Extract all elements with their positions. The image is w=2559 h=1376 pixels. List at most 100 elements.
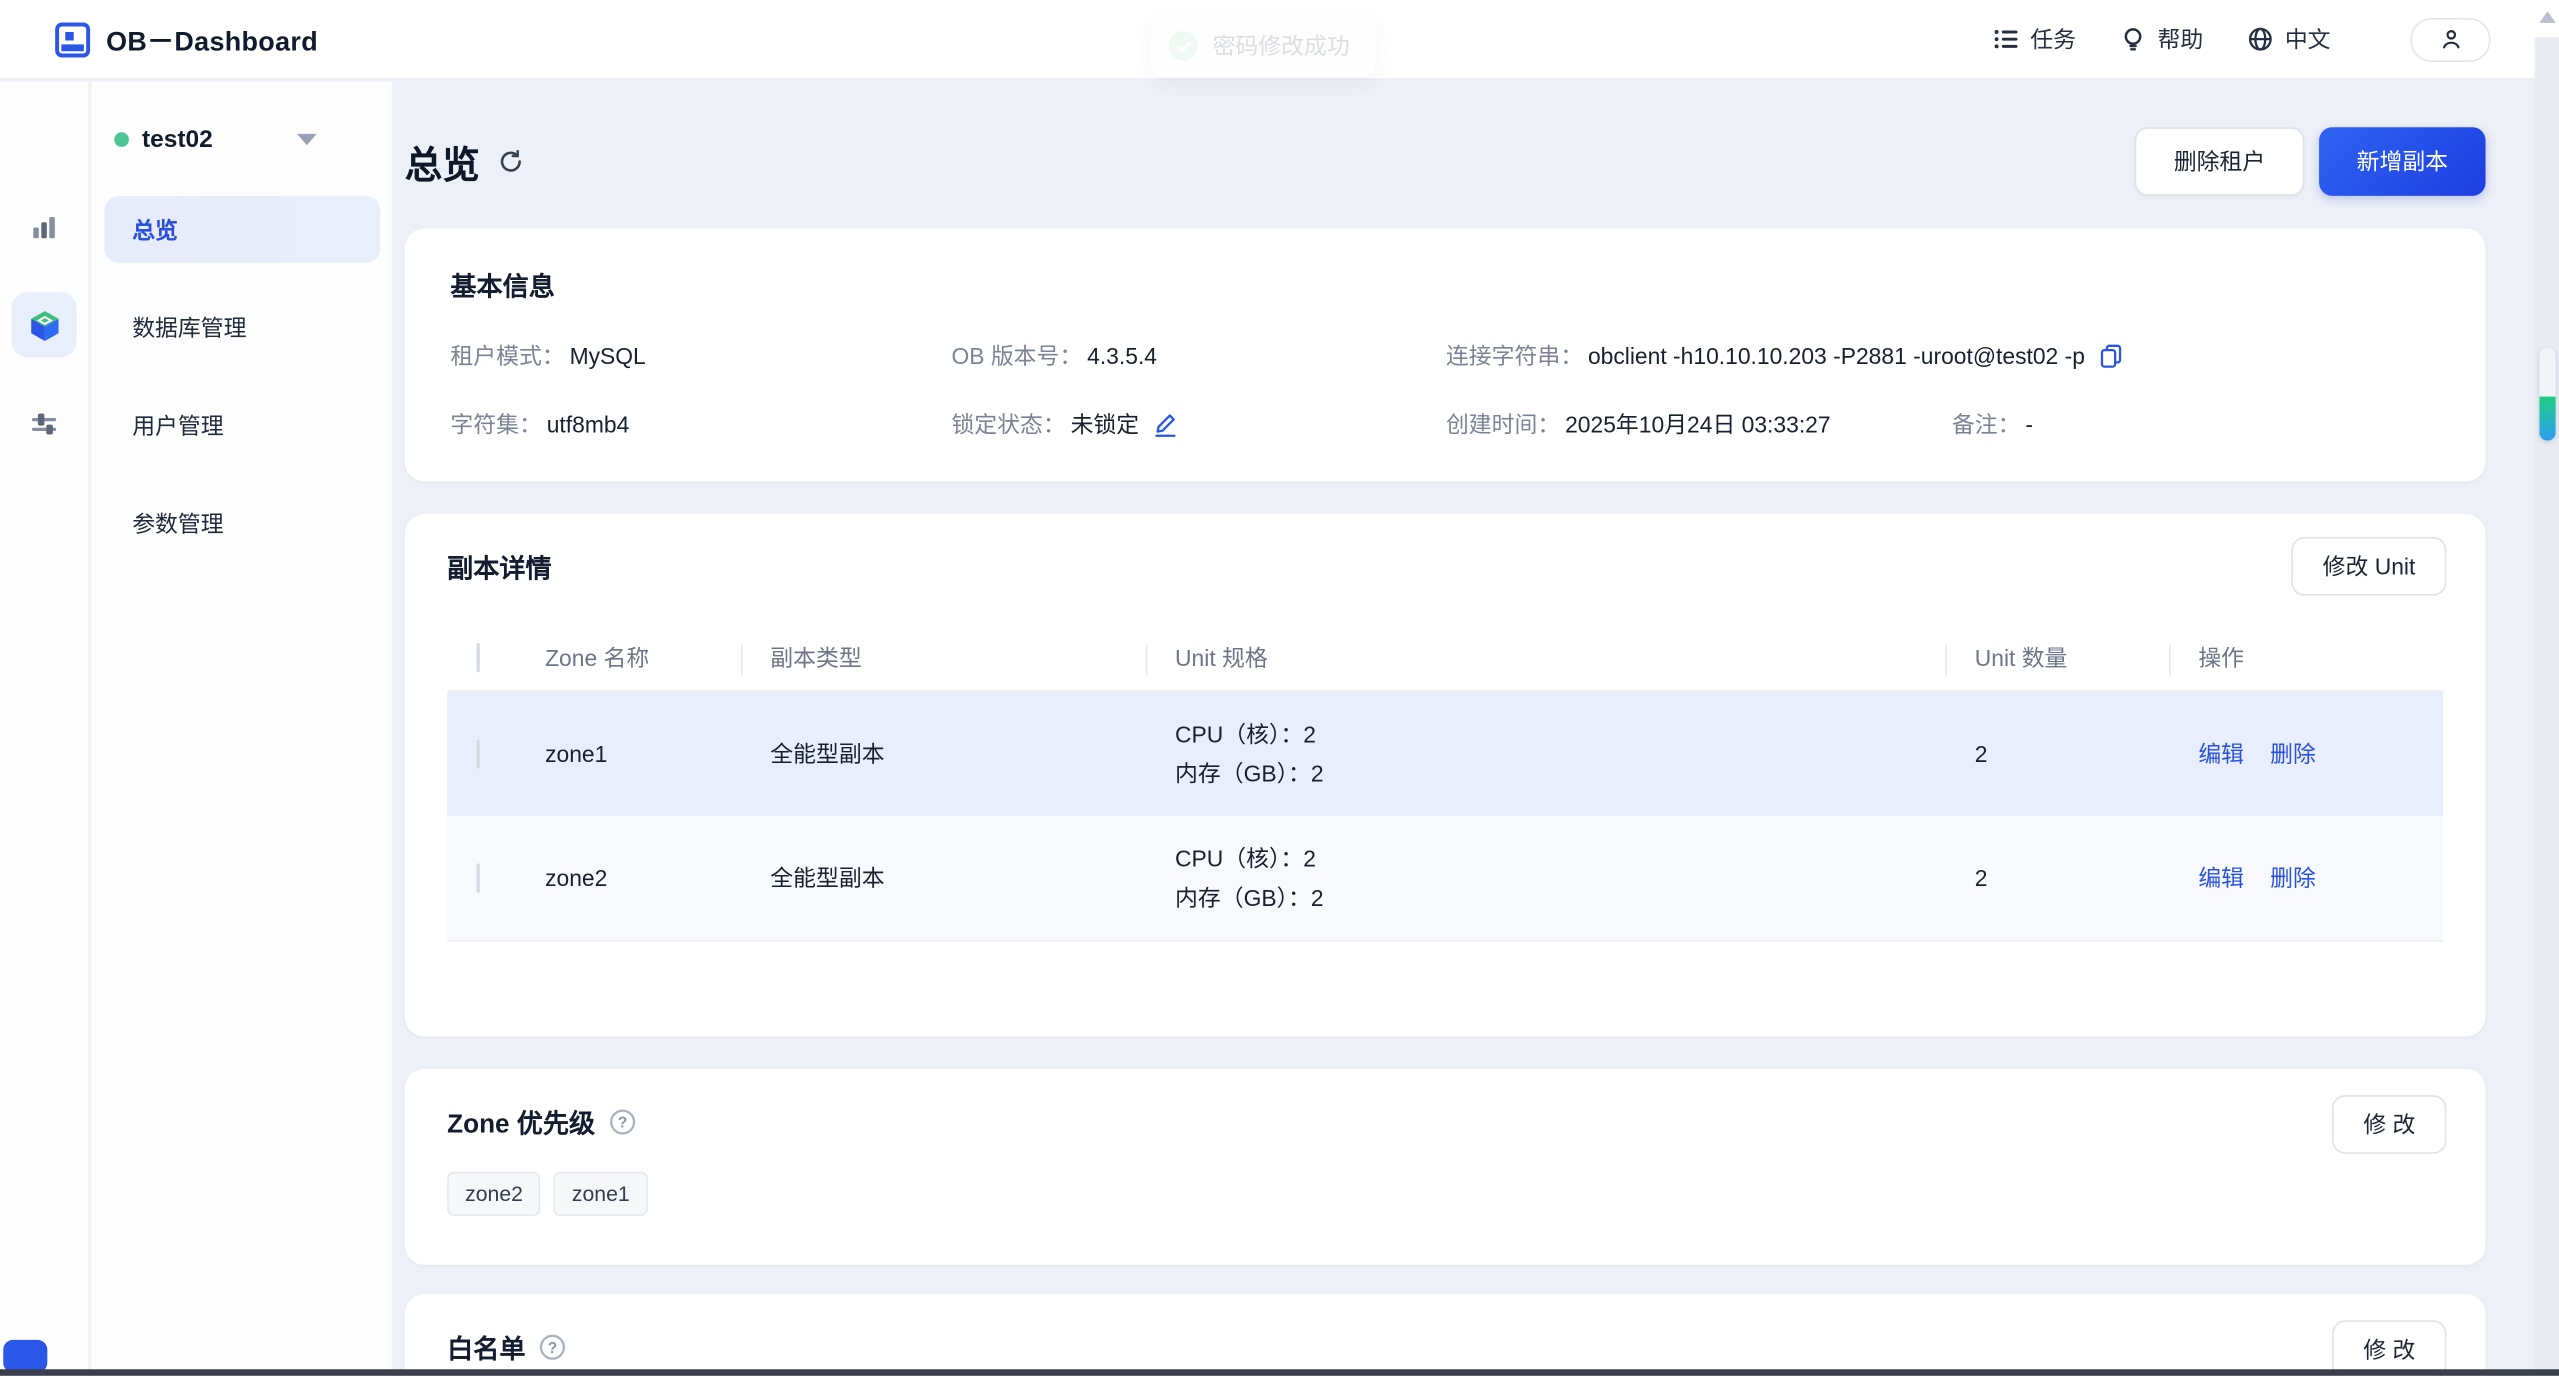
question-circle-icon[interactable]: ? xyxy=(539,1333,567,1361)
svg-text:?: ? xyxy=(548,1339,557,1356)
page-actions: 删除租户 新增副本 xyxy=(2135,127,2486,196)
scrollbar-track[interactable] xyxy=(2535,38,2559,1376)
tenant-name: test02 xyxy=(142,126,213,154)
zone-priority-title: Zone 优先级 xyxy=(447,1102,595,1141)
copy-icon[interactable] xyxy=(2098,343,2122,369)
floating-assistant-badge[interactable] xyxy=(3,1340,47,1373)
whitelist-title: 白名单 xyxy=(447,1327,525,1366)
basic-info-card: 基本信息 租户模式： MySQL OB 版本号： 4.3.5.4 连接字符串： … xyxy=(405,228,2486,481)
replica-table: Zone 名称 副本类型 Unit 规格 Unit 数量 操作 zone1 全能… xyxy=(447,625,2443,942)
sidebar-item-label: 参数管理 xyxy=(132,507,223,540)
sidebar-item-overview[interactable]: 总览 xyxy=(104,196,380,263)
add-replica-button[interactable]: 新增副本 xyxy=(2319,127,2485,196)
modify-unit-button[interactable]: 修改 Unit xyxy=(2292,537,2447,596)
svg-text:?: ? xyxy=(617,1114,626,1131)
chevron-down-icon xyxy=(298,134,318,145)
user-avatar-button[interactable] xyxy=(2410,17,2490,61)
sidebar-item-database-management[interactable]: 数据库管理 xyxy=(104,294,380,361)
row-checkbox[interactable] xyxy=(477,739,480,768)
delete-link[interactable]: 删除 xyxy=(2270,738,2316,771)
app-stage: OB－Dashboard 任务 xyxy=(0,0,2559,1376)
cell-actions: 编辑 删除 xyxy=(2198,862,2443,895)
zone-priority-card: Zone 优先级 ? 修 改 zone2 zone1 xyxy=(405,1069,2486,1265)
page-header: 总览 删除租户 新增副本 xyxy=(405,127,2486,196)
edit-link[interactable]: 编辑 xyxy=(2198,738,2244,771)
sidebar-item-parameter-management[interactable]: 参数管理 xyxy=(104,490,380,557)
field-charset: 字符集： utf8mb4 xyxy=(450,408,951,441)
modify-whitelist-button[interactable]: 修 改 xyxy=(2332,1320,2446,1375)
field-remark: 备注： - xyxy=(1952,408,2033,441)
zone-tag: zone2 xyxy=(447,1172,541,1216)
sidebar-menu: 总览 数据库管理 用户管理 参数管理 xyxy=(91,196,391,557)
col-zone-name: Zone 名称 xyxy=(545,641,770,674)
scroll-up-arrow-icon[interactable] xyxy=(2539,11,2555,22)
toast-message: 密码修改成功 xyxy=(1151,15,1376,77)
nav-help-label: 帮助 xyxy=(2158,23,2204,56)
main-content: 总览 删除租户 新增副本 基本信息 租户模式： MySQL xyxy=(392,80,2535,1376)
field-lock-status: 锁定状态： 未锁定 xyxy=(951,408,1445,441)
cell-actions: 编辑 删除 xyxy=(2198,738,2443,771)
col-replica-type: 副本类型 xyxy=(770,641,1175,674)
field-tenant-mode: 租户模式： MySQL xyxy=(450,339,951,372)
nav-language[interactable]: 中文 xyxy=(2247,23,2330,56)
tenant-status-dot xyxy=(114,132,129,147)
lightbulb-icon xyxy=(2120,26,2146,52)
col-actions: 操作 xyxy=(2198,641,2443,674)
cell-unit-spec: CPU（核）：2 内存（GB）：2 xyxy=(1175,839,1975,917)
globe-icon xyxy=(2247,26,2273,52)
modify-zone-priority-button[interactable]: 修 改 xyxy=(2332,1095,2446,1154)
brand: OB－Dashboard xyxy=(54,20,318,59)
replica-details-card: 副本详情 修改 Unit Zone 名称 副本类型 Unit 规格 Unit 数… xyxy=(405,514,2486,1036)
col-unit-count: Unit 数量 xyxy=(1975,641,2199,674)
cell-unit-count: 2 xyxy=(1975,741,2199,767)
refresh-icon[interactable] xyxy=(498,149,524,175)
user-icon xyxy=(2437,26,2463,52)
field-ob-version: OB 版本号： 4.3.5.4 xyxy=(951,339,1445,372)
ob-logo-icon xyxy=(54,20,92,58)
col-unit-spec: Unit 规格 xyxy=(1175,641,1975,674)
nav-tasks[interactable]: 任务 xyxy=(1993,23,2076,56)
table-row: zone2 全能型副本 CPU（核）：2 内存（GB）：2 2 编辑 删除 xyxy=(447,816,2443,942)
delete-tenant-button[interactable]: 删除租户 xyxy=(2135,127,2305,196)
question-circle-icon[interactable]: ? xyxy=(608,1107,636,1135)
nav-tasks-label: 任务 xyxy=(2030,23,2076,56)
bar-chart-icon xyxy=(28,211,61,244)
rail-parameters-item[interactable] xyxy=(11,390,76,455)
cell-replica-type: 全能型副本 xyxy=(770,862,1175,895)
delete-link[interactable]: 删除 xyxy=(2270,862,2316,895)
row-checkbox[interactable] xyxy=(477,863,480,892)
toast-text: 密码修改成功 xyxy=(1213,29,1350,62)
task-list-icon xyxy=(1993,26,2019,52)
field-connection-string: 连接字符串： obclient -h10.10.10.203 -P2881 -u… xyxy=(1446,339,2123,372)
cell-zone-name: zone2 xyxy=(545,865,770,891)
tenant-cube-icon xyxy=(25,306,63,344)
zone-priority-tags: zone2 zone1 xyxy=(447,1172,2443,1216)
table-row: zone1 全能型副本 CPU（核）：2 内存（GB）：2 2 编辑 删除 xyxy=(447,692,2443,816)
basic-info-fields: 租户模式： MySQL OB 版本号： 4.3.5.4 连接字符串： obcli… xyxy=(450,338,2439,442)
cell-replica-type: 全能型副本 xyxy=(770,738,1175,771)
sidebar-item-user-management[interactable]: 用户管理 xyxy=(104,392,380,459)
window-bottom-edge xyxy=(0,1369,2559,1376)
field-created-time: 创建时间： 2025年10月24日 03:33:27 xyxy=(1446,408,1952,441)
icon-rail xyxy=(0,82,90,1376)
nav-help[interactable]: 帮助 xyxy=(2120,23,2203,56)
sidebar-item-label: 总览 xyxy=(132,213,178,246)
replica-details-title: 副本详情 xyxy=(447,547,2443,586)
select-all-checkbox[interactable] xyxy=(477,643,480,672)
edit-link[interactable]: 编辑 xyxy=(2198,862,2244,895)
rail-tenant-item-active[interactable] xyxy=(11,292,76,357)
page-title: 总览 xyxy=(405,134,480,189)
sliders-icon xyxy=(28,406,61,439)
scrollbar-thumb[interactable] xyxy=(2539,348,2555,441)
header-nav: 任务 帮助 中文 xyxy=(1993,17,2491,61)
zone-tag: zone1 xyxy=(554,1172,648,1216)
cell-unit-count: 2 xyxy=(1975,865,2199,891)
edit-pencil-icon[interactable] xyxy=(1152,411,1178,437)
replica-table-header: Zone 名称 副本类型 Unit 规格 Unit 数量 操作 xyxy=(447,625,2443,692)
nav-language-label: 中文 xyxy=(2285,23,2331,56)
cell-zone-name: zone1 xyxy=(545,741,770,767)
rail-metrics-item[interactable] xyxy=(11,194,76,259)
tenant-selector[interactable]: test02 xyxy=(114,126,391,154)
sidebar-item-label: 数据库管理 xyxy=(132,311,246,344)
app-viewport: OB－Dashboard 任务 xyxy=(0,0,2559,1376)
